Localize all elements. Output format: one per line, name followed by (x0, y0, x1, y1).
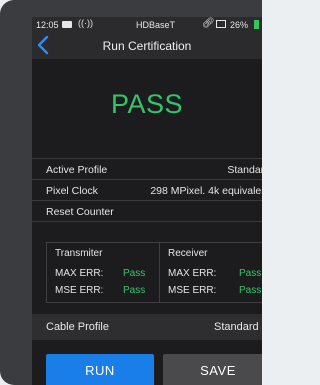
transmitter-header: Transmiter (55, 248, 103, 259)
info-value: Standard (227, 164, 262, 176)
run-button[interactable]: RUN (46, 354, 154, 385)
result-status: PASS (110, 89, 184, 119)
device-frame: 12:05 ((·)) HDBaseT 🔗︎ 26% Run Certifica… (0, 0, 262, 385)
info-label: Active Profile (46, 164, 108, 176)
receiver-header: Receiver (168, 248, 208, 259)
display-icon (216, 20, 226, 28)
cable-profile-row[interactable]: Cable Profile Standard (32, 314, 262, 340)
info-label: Reset Counter (46, 206, 114, 218)
tx-max-label: MAX ERR: (55, 268, 104, 279)
rx-mse-label: MSE ERR: (168, 285, 217, 296)
status-time: 12:05 (36, 20, 59, 30)
page-title: Run Certification (102, 39, 192, 53)
tx-mse-label: MSE ERR: (55, 285, 104, 296)
info-label: Pixel Clock (46, 185, 98, 197)
tx-mse-value: Pass (123, 285, 146, 296)
table-divider (159, 243, 160, 302)
rx-mse-value: Pass (239, 285, 262, 296)
info-row-pixel-clock: Pixel Clock 298 MPixel. 4k equivalent (32, 179, 262, 200)
info-row-reset-counter[interactable]: Reset Counter (32, 200, 262, 222)
wifi-icon: ((·)) (78, 18, 93, 28)
device-screen: 12:05 ((·)) HDBaseT 🔗︎ 26% Run Certifica… (32, 17, 262, 385)
info-list: Active Profile Standard Pixel Clock 298 … (32, 158, 262, 222)
link-icon: 🔗︎ (202, 18, 215, 29)
battery-percent: 26% (230, 20, 249, 30)
rx-max-label: MAX ERR: (168, 268, 217, 279)
battery-icon (254, 20, 259, 29)
cable-profile-label: Cable Profile (46, 321, 109, 333)
battery-small-icon (62, 21, 72, 28)
nav-bar: Run Certification (32, 33, 262, 59)
rx-max-value: Pass (239, 268, 262, 279)
status-bar: 12:05 ((·)) HDBaseT 🔗︎ 26% (32, 17, 262, 33)
save-button[interactable]: SAVE (163, 354, 262, 385)
info-row-active-profile: Active Profile Standard (32, 158, 262, 179)
cable-profile-value: Standard (214, 321, 259, 333)
tx-max-value: Pass (123, 268, 146, 279)
status-mode: HDBaseT (136, 20, 176, 30)
error-table: Transmiter MAX ERR: Pass MSE ERR: Pass R… (46, 242, 262, 303)
info-value: 298 MPixel. 4k equivalent (150, 185, 262, 197)
